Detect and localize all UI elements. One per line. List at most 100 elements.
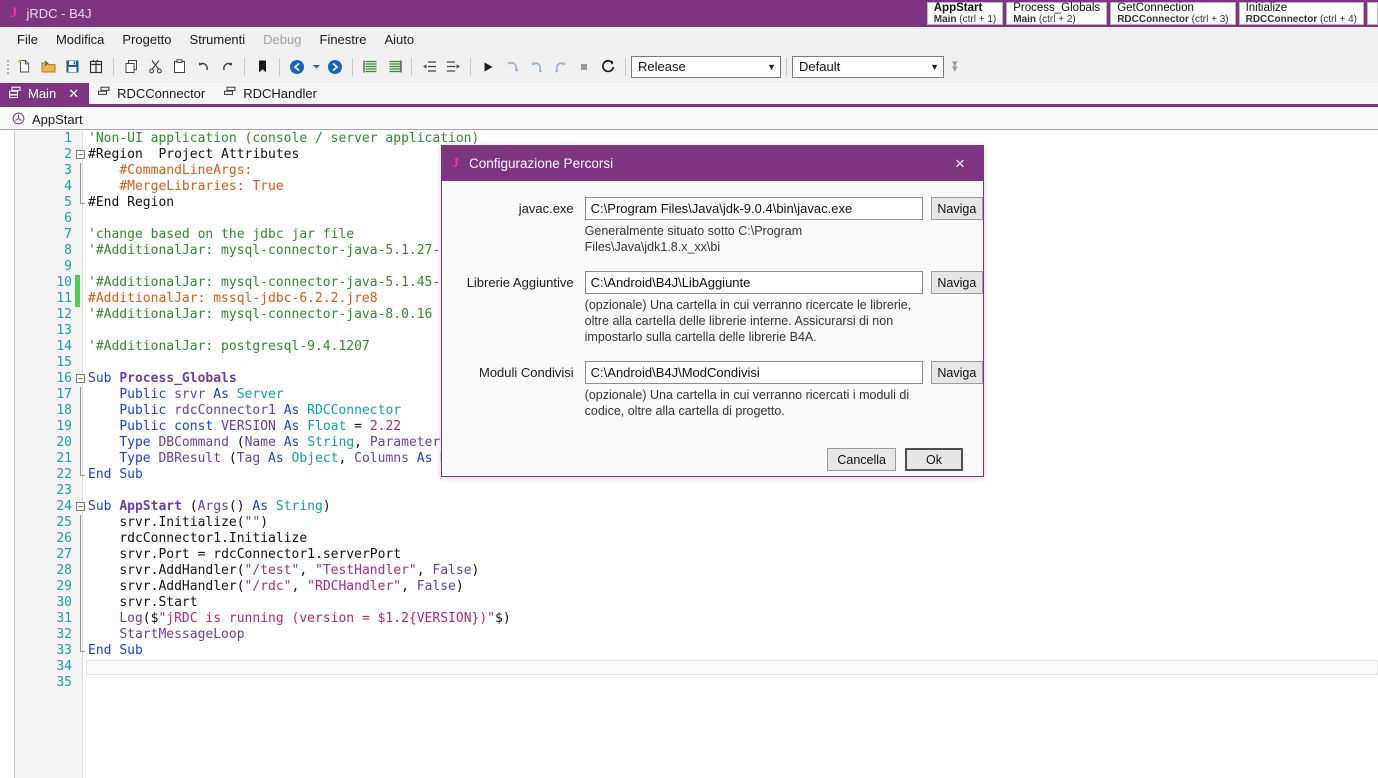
stop-icon[interactable] — [572, 55, 596, 79]
line-number: 26 — [56, 531, 72, 546]
menu-item-strumenti[interactable]: Strumenti — [181, 30, 255, 49]
browse-button[interactable]: Naviga — [930, 271, 983, 294]
menu-item-aiuto[interactable]: Aiuto — [375, 30, 423, 49]
cut-icon[interactable] — [143, 55, 167, 79]
field-input[interactable]: C:\Android\B4J\ModCondivisi — [584, 361, 923, 384]
code-line[interactable]: 29 srvr.AddHandler("/rdc", "RDCHandler",… — [0, 579, 1378, 595]
toolbar-grip[interactable] — [4, 58, 12, 76]
dialog-title: Configurazione Percorsi — [469, 156, 614, 171]
menu-item-file[interactable]: File — [8, 30, 47, 49]
code-line[interactable]: 35 — [0, 675, 1378, 691]
quick-jump-tab[interactable] — [1367, 2, 1378, 25]
build-configuration-select[interactable]: Release ▼ — [631, 55, 781, 78]
step-over-icon[interactable] — [500, 55, 524, 79]
cancel-button[interactable]: Cancella — [827, 448, 896, 471]
module-tab-rdchandler[interactable]: RDCHandler — [215, 83, 327, 104]
code-line[interactable]: 32 StartMessageLoop — [0, 627, 1378, 643]
comment-block-icon[interactable] — [358, 55, 382, 79]
field-input[interactable]: C:\Android\B4J\LibAggiunte — [584, 271, 923, 294]
menu-item-modifica[interactable]: Modifica — [47, 30, 113, 49]
fold-toggle-icon[interactable]: − — [76, 374, 85, 383]
toolbar-overflow-icon[interactable]: ▾ ▾ — [952, 58, 958, 74]
paste-icon[interactable] — [167, 55, 191, 79]
code-line[interactable]: 26 rdcConnector1.Initialize — [0, 531, 1378, 547]
ok-button[interactable]: Ok — [905, 448, 963, 471]
line-text: Public rdcConnector1 As RDCConnector — [119, 403, 402, 418]
block-guide — [80, 515, 81, 531]
block-guide — [80, 403, 81, 419]
step-into-icon[interactable] — [524, 55, 548, 79]
code-line[interactable]: 25 srvr.Initialize("") — [0, 515, 1378, 531]
current-line-highlight — [86, 660, 1378, 675]
line-text: '#AdditionalJar: mysql-connector-java-5.… — [88, 243, 464, 258]
dialog-actions: Cancella Ok — [827, 448, 963, 471]
undo-icon[interactable] — [191, 55, 215, 79]
code-line[interactable]: −24 Sub AppStart (Args() As String) — [0, 499, 1378, 515]
line-number: 9 — [64, 259, 72, 274]
step-out-icon[interactable] — [548, 55, 572, 79]
fold-toggle-icon[interactable]: − — [76, 502, 85, 511]
quick-jump-tab[interactable]: Initialize RDCConnector (ctrl + 4) — [1238, 2, 1364, 25]
browse-button[interactable]: Naviga — [930, 361, 983, 384]
code-line[interactable]: 31 Log($"jRDC is running (version = $1.2… — [0, 611, 1378, 627]
block-guide — [80, 611, 81, 627]
navigate-forward-icon[interactable] — [323, 55, 347, 79]
menu-item-progetto[interactable]: Progetto — [113, 30, 180, 49]
menu-item-finestre[interactable]: Finestre — [310, 30, 375, 49]
new-file-icon[interactable] — [12, 55, 36, 79]
line-text: Sub Process_Globals — [88, 371, 237, 386]
line-number: 12 — [56, 307, 72, 322]
quick-jump-tab-meta: RDCConnector (ctrl + 4) — [1246, 14, 1357, 25]
quick-jump-tab-name: Process_Globals — [1013, 2, 1101, 14]
field-input[interactable]: C:\Program Files\Java\jdk-9.0.4\bin\java… — [584, 197, 923, 220]
quick-jump-tab[interactable]: GetConnection RDCConnector (ctrl + 3) — [1110, 2, 1236, 25]
block-guide — [80, 579, 81, 595]
fold-toggle-icon[interactable]: − — [76, 150, 85, 159]
line-number: 1 — [64, 131, 72, 146]
close-icon[interactable]: × — [937, 146, 983, 181]
line-number: 20 — [56, 435, 72, 450]
navigate-back-dropdown-icon[interactable] — [309, 55, 323, 79]
bookmark-icon[interactable] — [250, 55, 274, 79]
navigate-back-icon[interactable] — [285, 55, 309, 79]
code-line[interactable]: 30 srvr.Start — [0, 595, 1378, 611]
code-line[interactable]: 34 — [0, 659, 1378, 675]
indent-icon[interactable] — [441, 55, 465, 79]
line-number: 17 — [56, 387, 72, 402]
line-text: Type DBResult (Tag As Object, Columns As… — [119, 451, 471, 466]
run-configuration-select[interactable]: Default ▼ — [792, 55, 944, 78]
run-icon[interactable] — [476, 55, 500, 79]
quick-jump-tab[interactable]: AppStart Main (ctrl + 1) — [926, 2, 1004, 25]
line-number: 30 — [56, 595, 72, 610]
copy-icon[interactable] — [119, 55, 143, 79]
outdent-icon[interactable] — [417, 55, 441, 79]
refresh-icon[interactable] — [596, 55, 620, 79]
line-text: srvr.Initialize("") — [119, 515, 269, 530]
redo-icon[interactable] — [215, 55, 239, 79]
line-number: 11 — [56, 291, 72, 306]
module-tab-main[interactable]: Main ✕ — [0, 83, 90, 104]
field-hint: Generalmente situato sotto C:\Program Fi… — [584, 224, 803, 254]
run-configuration-value: Default — [799, 59, 841, 74]
line-number: 34 — [56, 659, 72, 674]
code-line[interactable]: 27 srvr.Port = rdcConnector1.serverPort — [0, 547, 1378, 563]
save-icon[interactable] — [60, 55, 84, 79]
module-tab-rdcconnector[interactable]: RDCConnector — [89, 83, 215, 104]
code-line[interactable]: 33 End Sub — [0, 643, 1378, 659]
browse-button[interactable]: Naviga — [930, 197, 983, 220]
breadcrumb-sub-name[interactable]: AppStart — [32, 112, 83, 127]
uncomment-block-icon[interactable] — [382, 55, 406, 79]
module-tab-label: RDCConnector — [117, 86, 206, 101]
dialog-logo-icon: J — [452, 155, 459, 171]
save-all-icon[interactable] — [84, 55, 108, 79]
line-number: 3 — [64, 163, 72, 178]
line-number: 21 — [56, 451, 72, 466]
quick-jump-tab[interactable]: Process_Globals Main (ctrl + 2) — [1006, 2, 1108, 25]
dialog-body: javac.exe C:\Program Files\Java\jdk-9.0.4… — [442, 197, 983, 493]
open-file-icon[interactable] — [36, 55, 60, 79]
paths-configuration-dialog[interactable]: J Configurazione Percorsi × javac.exe C:\… — [441, 145, 984, 477]
line-text: rdcConnector1.Initialize — [119, 531, 308, 546]
code-line[interactable]: 28 srvr.AddHandler("/test", "TestHandler… — [0, 563, 1378, 579]
block-guide — [80, 451, 81, 467]
close-icon[interactable]: ✕ — [68, 86, 79, 102]
